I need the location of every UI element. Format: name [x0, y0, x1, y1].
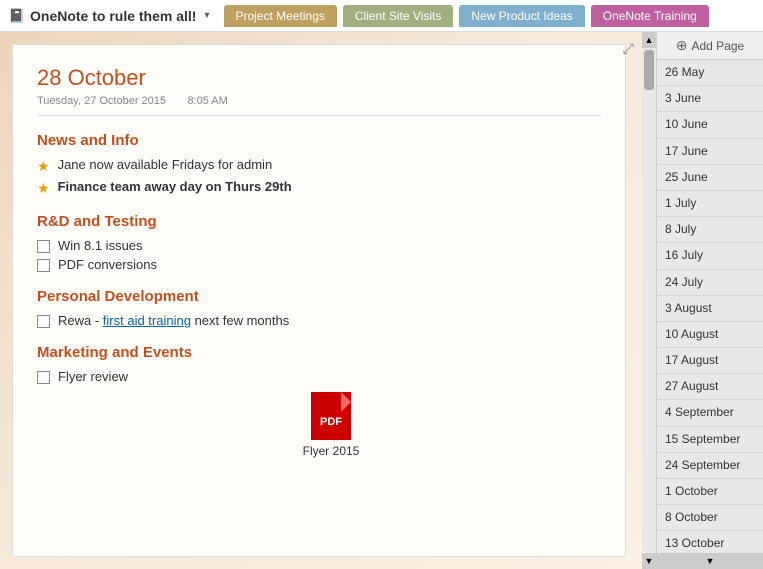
page-list-item[interactable]: 17 June [657, 139, 763, 165]
main-layout: ⤢ 28 October Tuesday, 27 October 2015 8:… [0, 32, 763, 569]
tab-client-site-visits[interactable]: Client Site Visits [343, 5, 453, 27]
page-list-item[interactable]: 24 July [657, 270, 763, 296]
marketing-item-1: Flyer review [58, 369, 128, 384]
rd-item-1: Win 8.1 issues [58, 238, 143, 253]
pdf-icon-label: PDF [320, 416, 342, 428]
pdf-icon: PDF [311, 392, 351, 440]
scroll-thumb[interactable] [644, 50, 654, 90]
section-rd-testing: R&D and Testing [37, 213, 601, 230]
section-news-info: News and Info [37, 132, 601, 149]
page-list-item[interactable]: 17 August [657, 348, 763, 374]
expand-button[interactable]: ⤢ [623, 40, 634, 57]
rd-item-2: PDF conversions [58, 257, 157, 272]
news-item-2-bold: Finance team away day on Thurs 29th [58, 179, 292, 194]
meta-date: Tuesday, 27 October 2015 [37, 95, 166, 107]
content-area: ⤢ 28 October Tuesday, 27 October 2015 8:… [0, 32, 642, 569]
news-item-1: Jane now available Fridays for admin [58, 157, 273, 172]
page-list-item[interactable]: 25 June [657, 165, 763, 191]
checkbox-4[interactable] [37, 371, 50, 384]
page-list-item[interactable]: 4 September [657, 400, 763, 426]
page-list-item[interactable]: 10 June [657, 112, 763, 138]
top-bar: 📓 OneNote to rule them all! ▾ Project Me… [0, 0, 763, 32]
tabs: Project Meetings Client Site Visits New … [222, 5, 711, 27]
checkbox-1[interactable] [37, 240, 50, 253]
page-title: 28 October [37, 65, 601, 91]
page-list-item[interactable]: 26 May [657, 60, 763, 86]
page-list-item[interactable]: 16 July [657, 243, 763, 269]
meta-time: 8:05 AM [187, 95, 227, 107]
add-page-button[interactable]: ⊕ Add Page [657, 32, 763, 60]
page-list-item[interactable]: 3 June [657, 86, 763, 112]
page-list-item[interactable]: 3 August [657, 296, 763, 322]
first-aid-training-link[interactable]: first aid training [103, 313, 191, 328]
pdf-attachment: PDF Flyer 2015 [61, 392, 601, 458]
page-list-item[interactable]: 1 July [657, 191, 763, 217]
notebook-icon: 📓 [8, 7, 26, 25]
page-list-item[interactable]: 24 September [657, 453, 763, 479]
notebook-title: OneNote to rule them all! [30, 8, 196, 24]
list-item: PDF conversions [37, 257, 601, 272]
personal-item-1: Rewa - first aid training next few month… [58, 313, 289, 328]
page-content: 28 October Tuesday, 27 October 2015 8:05… [12, 44, 626, 557]
checkbox-2[interactable] [37, 259, 50, 272]
add-page-label: Add Page [692, 39, 745, 53]
list-item: Flyer review [37, 369, 601, 384]
star-icon: ★ [37, 180, 50, 197]
page-list-item[interactable]: 15 September [657, 427, 763, 453]
news-item-2: Finance team away day on Thurs 29th [58, 179, 292, 194]
list-item: ★ Jane now available Fridays for admin [37, 157, 601, 175]
list-item: Rewa - first aid training next few month… [37, 313, 601, 328]
content-scrollbar: ▲ ▼ [642, 32, 656, 569]
page-list-item[interactable]: 27 August [657, 374, 763, 400]
list-item: ★ Finance team away day on Thurs 29th [37, 179, 601, 197]
scroll-down-button[interactable]: ▼ [642, 553, 656, 569]
tab-new-product-ideas[interactable]: New Product Ideas [459, 5, 584, 27]
page-list-item[interactable]: 1 October [657, 479, 763, 505]
page-list-item[interactable]: 8 July [657, 217, 763, 243]
tab-project-meetings[interactable]: Project Meetings [224, 5, 337, 27]
right-sidebar: ⊕ Add Page 26 May3 June10 June17 June25 … [656, 32, 763, 569]
list-item: Win 8.1 issues [37, 238, 601, 253]
page-list-item[interactable]: 13 October [657, 531, 763, 553]
page-list-item[interactable]: 8 October [657, 505, 763, 531]
dropdown-arrow[interactable]: ▾ [204, 10, 209, 21]
checkbox-3[interactable] [37, 315, 50, 328]
scroll-up-button[interactable]: ▲ [642, 32, 656, 48]
section-personal-dev: Personal Development [37, 288, 601, 305]
pages-list: 26 May3 June10 June17 June25 June1 July8… [657, 60, 763, 553]
tab-onenote-training[interactable]: OneNote Training [591, 5, 709, 27]
add-page-icon: ⊕ [676, 37, 688, 54]
page-list-item[interactable]: 10 August [657, 322, 763, 348]
sidebar-scroll-down[interactable]: ▼ [657, 553, 763, 569]
section-marketing: Marketing and Events [37, 344, 601, 361]
page-meta: Tuesday, 27 October 2015 8:05 AM [37, 95, 601, 116]
pdf-filename: Flyer 2015 [303, 444, 360, 458]
star-icon: ★ [37, 158, 50, 175]
